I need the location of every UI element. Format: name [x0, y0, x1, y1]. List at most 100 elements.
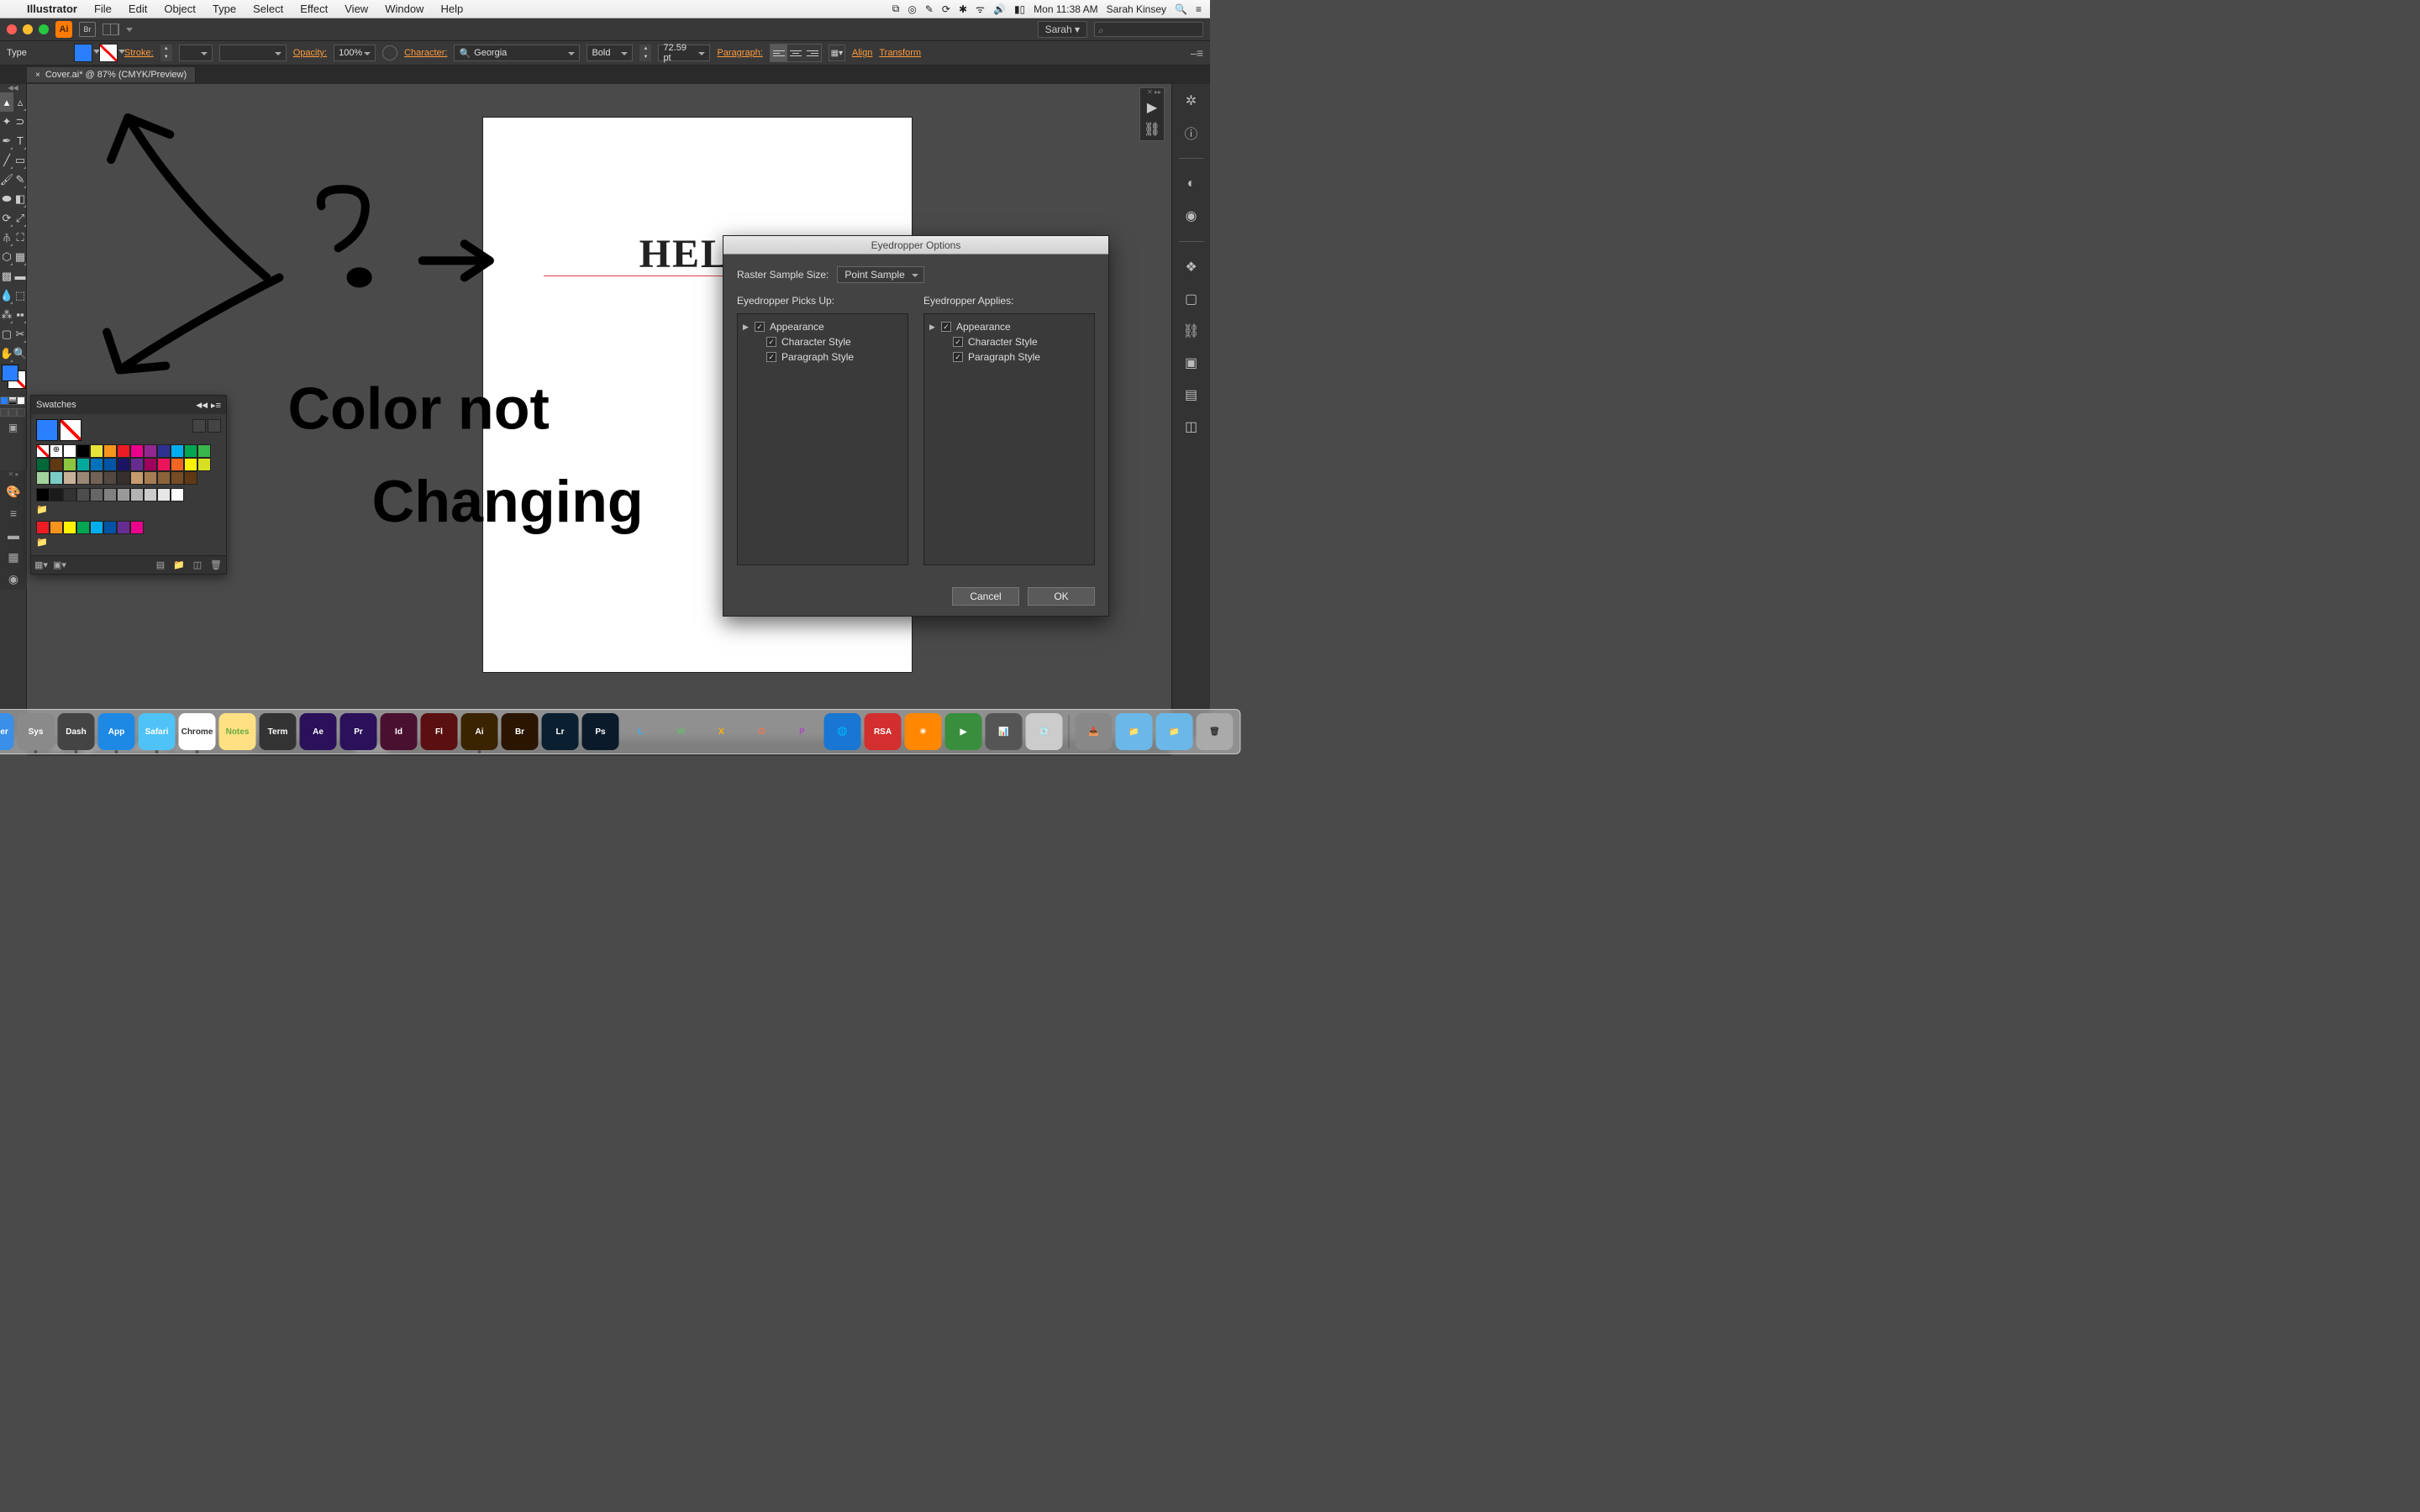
- opacity-label[interactable]: Opacity:: [293, 48, 327, 58]
- swatch-view-list-icon[interactable]: [192, 419, 206, 433]
- swatch-gray[interactable]: [103, 488, 117, 501]
- draw-inside-icon[interactable]: [17, 408, 25, 417]
- minimize-window-button[interactable]: [23, 24, 33, 34]
- fill-color-box[interactable]: [2, 365, 18, 381]
- swatch-color[interactable]: [184, 444, 197, 458]
- swatch-color[interactable]: [90, 471, 103, 485]
- swatch-color[interactable]: [171, 444, 184, 458]
- color-guide-icon[interactable]: ◐: [1181, 174, 1202, 194]
- font-size-input[interactable]: 72.59 pt: [658, 45, 710, 61]
- swatch-color[interactable]: [144, 444, 157, 458]
- dock-item[interactable]: Br: [502, 713, 539, 750]
- close-window-button[interactable]: [7, 24, 17, 34]
- cancel-button[interactable]: Cancel: [952, 587, 1019, 606]
- dock-item[interactable]: Ai: [461, 713, 498, 750]
- symbol-sprayer-tool[interactable]: ⁂: [0, 305, 13, 324]
- gradient-mode-icon[interactable]: [8, 396, 17, 405]
- swatch-bright[interactable]: [50, 521, 63, 534]
- color-mode-icon[interactable]: [0, 396, 8, 405]
- swatch-color[interactable]: [103, 458, 117, 471]
- dock-item[interactable]: Notes: [219, 713, 256, 750]
- swatch-group-grays[interactable]: 📁: [36, 501, 221, 517]
- swatch-bright[interactable]: [36, 521, 50, 534]
- align-center-button[interactable]: [787, 45, 804, 61]
- stroke-weight-input[interactable]: [179, 45, 213, 61]
- dock-item[interactable]: Pr: [340, 713, 377, 750]
- rotate-tool[interactable]: ⟳: [0, 208, 13, 228]
- pencil-tool[interactable]: ✎: [13, 170, 27, 189]
- dock-item[interactable]: Ps: [582, 713, 619, 750]
- dock-item[interactable]: 📥: [1076, 713, 1113, 750]
- new-color-group-icon[interactable]: 📁: [172, 559, 186, 571]
- swatch-color[interactable]: [117, 458, 130, 471]
- dock-item[interactable]: Id: [381, 713, 418, 750]
- swatch-bright[interactable]: [90, 521, 103, 534]
- swatch-gray[interactable]: [36, 488, 50, 501]
- zoom-window-button[interactable]: [39, 24, 49, 34]
- swatch-gray[interactable]: [171, 488, 184, 501]
- delete-swatch-icon[interactable]: 🗑: [209, 559, 223, 571]
- eraser-tool[interactable]: ◧: [13, 189, 27, 208]
- evernote-icon[interactable]: ✎: [925, 3, 934, 15]
- perspective-grid-tool[interactable]: ▦: [13, 247, 27, 266]
- rectangle-tool[interactable]: ▭: [13, 150, 27, 170]
- draw-behind-icon[interactable]: [8, 408, 17, 417]
- pen-tool[interactable]: ✒: [0, 131, 13, 150]
- swatch-color[interactable]: [130, 471, 144, 485]
- arrange-documents-icon[interactable]: [103, 24, 119, 35]
- panel-menu-icon[interactable]: ▸≡: [211, 400, 221, 411]
- pathfinder-icon[interactable]: ◫: [1181, 417, 1202, 437]
- current-fill-swatch[interactable]: [36, 419, 58, 441]
- arrange-dropdown-icon[interactable]: [126, 28, 133, 32]
- shape-builder-tool[interactable]: ⬡: [0, 247, 13, 266]
- align-left-button[interactable]: [771, 45, 787, 61]
- dock-item[interactable]: RSA: [865, 713, 902, 750]
- updates-icon[interactable]: ⟳: [942, 3, 950, 15]
- scale-tool[interactable]: ⤢: [13, 208, 27, 228]
- raster-sample-select[interactable]: Point Sample: [837, 266, 923, 283]
- width-tool[interactable]: ⫚: [0, 228, 13, 247]
- swatch-color[interactable]: [36, 458, 50, 471]
- dialog-option[interactable]: ▶✓Appearance: [929, 319, 1089, 334]
- swatch-gray[interactable]: [117, 488, 130, 501]
- link-icon[interactable]: ⛓: [1140, 118, 1164, 140]
- swatch-gray[interactable]: [76, 488, 90, 501]
- dock-item[interactable]: Lr: [542, 713, 579, 750]
- dock-item[interactable]: Sys: [18, 713, 55, 750]
- app-name[interactable]: Illustrator: [18, 3, 86, 15]
- artboards-icon[interactable]: ▢: [1181, 289, 1202, 309]
- panel-collapse-icon[interactable]: ◀◀: [196, 401, 208, 410]
- clock[interactable]: Mon 11:38 AM: [1034, 3, 1098, 15]
- swatch-kinds-icon[interactable]: ▣▾: [53, 559, 66, 571]
- recolor-artwork-icon[interactable]: [382, 45, 397, 60]
- info-icon[interactable]: ⓘ: [1181, 123, 1202, 143]
- stroke-label[interactable]: Stroke:: [124, 48, 154, 58]
- hand-tool[interactable]: ✋: [0, 344, 13, 363]
- swatch-gray[interactable]: [63, 488, 76, 501]
- sync-icon[interactable]: ✱: [959, 3, 967, 15]
- slice-tool[interactable]: ✂: [13, 324, 27, 344]
- variable-width-profile[interactable]: [219, 45, 287, 61]
- dock-item[interactable]: 🌐: [824, 713, 861, 750]
- play-icon[interactable]: ▶: [1140, 97, 1164, 118]
- swatch-color[interactable]: [184, 458, 197, 471]
- menu-file[interactable]: File: [86, 3, 120, 15]
- compass-icon[interactable]: ✲: [1181, 91, 1202, 111]
- dock-item[interactable]: 📁: [1116, 713, 1153, 750]
- menu-edit[interactable]: Edit: [120, 3, 155, 15]
- swatch-color[interactable]: [184, 471, 197, 485]
- spotlight-icon[interactable]: 🔍: [1175, 3, 1187, 15]
- swatch-bright[interactable]: [117, 521, 130, 534]
- swatch-color[interactable]: [171, 471, 184, 485]
- font-size-stepper[interactable]: ▲▼: [639, 45, 651, 61]
- ok-button[interactable]: OK: [1028, 587, 1095, 606]
- swatch-bright[interactable]: [103, 521, 117, 534]
- dock-item[interactable]: W: [663, 713, 700, 750]
- float-close-icon[interactable]: ✕ ▸▸: [1140, 88, 1164, 97]
- magic-wand-tool[interactable]: ✦: [0, 112, 13, 131]
- help-search-input[interactable]: [1094, 22, 1203, 37]
- menu-type[interactable]: Type: [204, 3, 245, 15]
- none-mode-icon[interactable]: [17, 396, 25, 405]
- swatch-color[interactable]: [117, 471, 130, 485]
- blob-brush-tool[interactable]: ⬬: [0, 189, 13, 208]
